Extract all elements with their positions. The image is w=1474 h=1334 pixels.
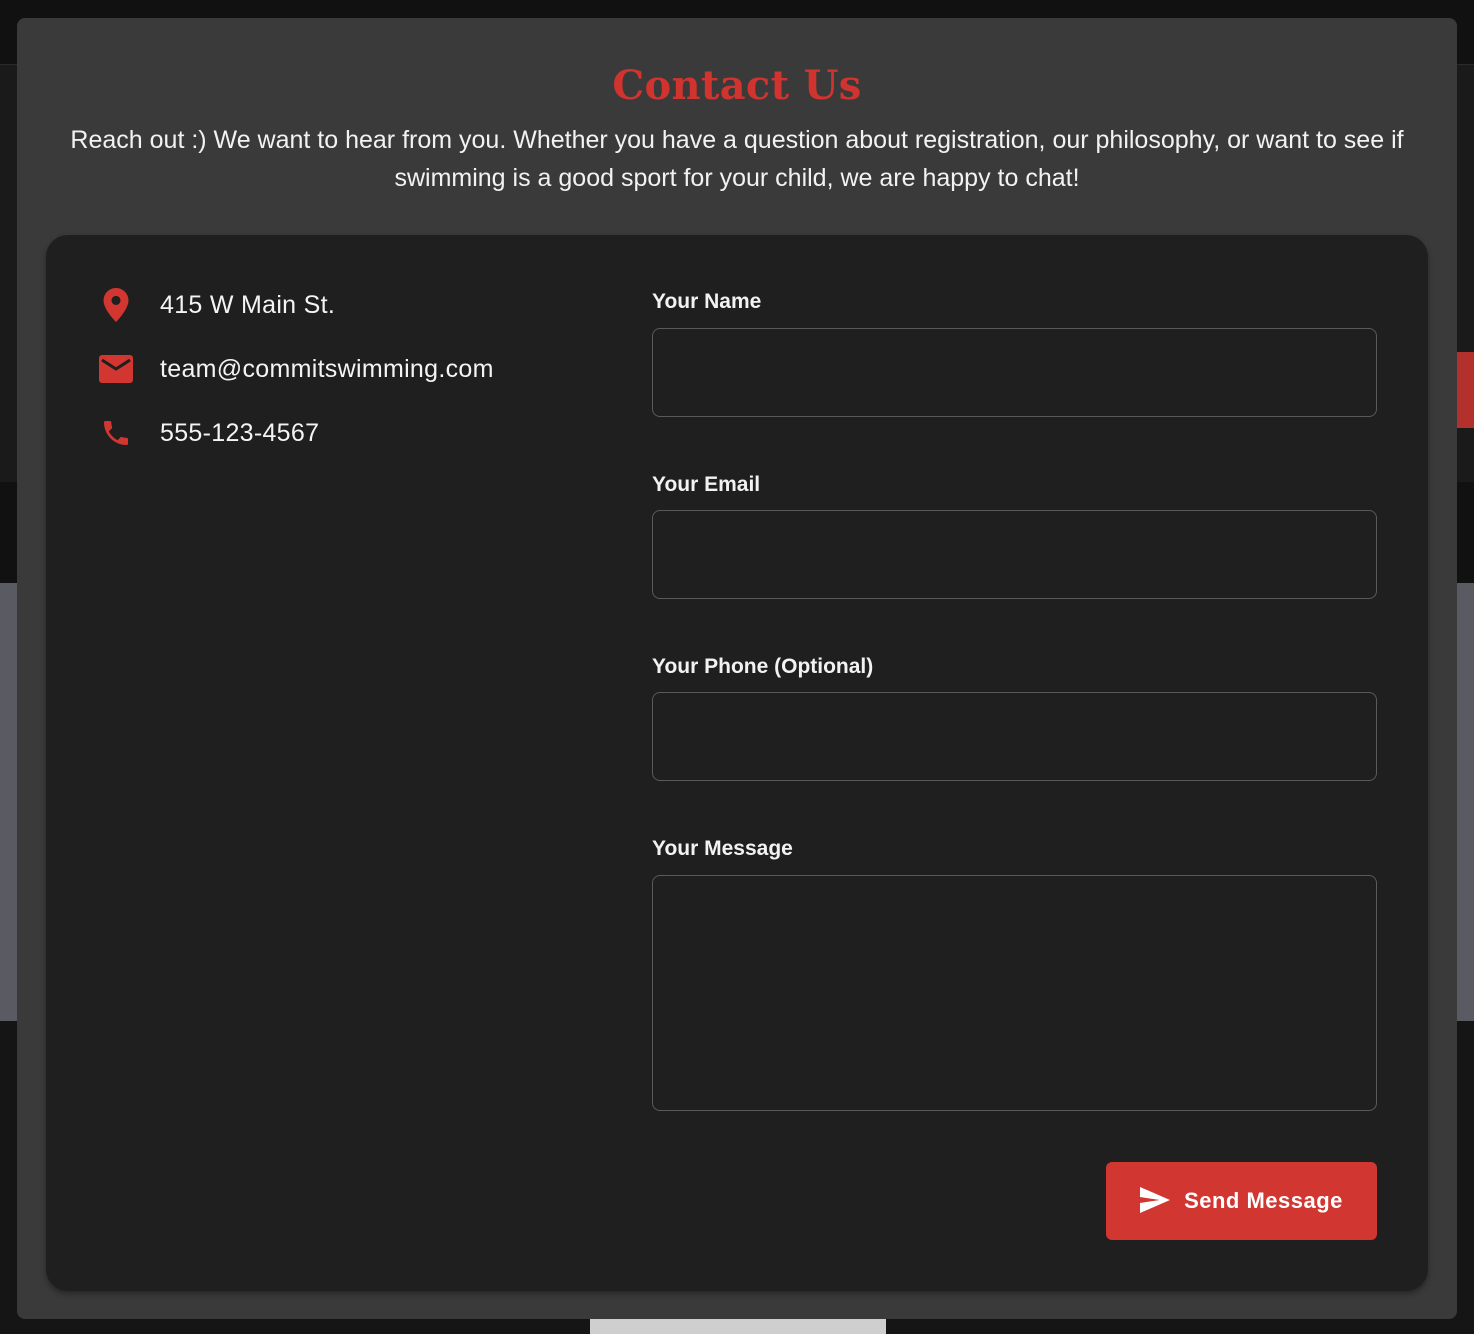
send-message-button[interactable]: Send Message [1106,1162,1377,1240]
email-label: Your Email [652,473,761,496]
contact-email[interactable]: team@commitswimming.com [98,351,494,387]
send-icon [1140,1186,1171,1216]
mail-icon [98,351,134,387]
modal-title: Contact Us [612,62,862,109]
contact-modal: Contact Us Reach out :) We want to hear … [17,18,1457,1319]
phone-text[interactable]: 555-123-4567 [160,419,319,448]
phone-label: Your Phone (Optional) [652,655,874,678]
phone-input[interactable] [652,692,1377,781]
contact-address: 415 W Main St. [98,287,335,323]
email-input[interactable] [652,510,1377,599]
name-input[interactable] [652,328,1377,417]
name-label: Your Name [652,290,762,313]
contact-panel: 415 W Main St. team@commitswimming.com 5… [46,235,1428,1291]
send-message-label: Send Message [1184,1188,1343,1213]
address-text: 415 W Main St. [160,290,336,319]
map-pin-icon [98,287,134,323]
modal-intro-text: Reach out :) We want to hear from you. W… [70,126,1404,192]
message-label: Your Message [652,837,793,860]
email-text[interactable]: team@commitswimming.com [160,355,494,384]
message-textarea[interactable] [652,875,1377,1111]
phone-icon [98,415,134,451]
contact-phone[interactable]: 555-123-4567 [98,415,319,451]
